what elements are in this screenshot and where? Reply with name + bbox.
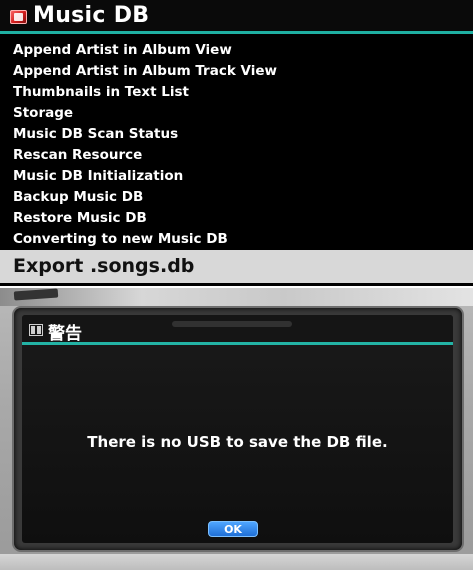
grid-icon — [29, 324, 43, 336]
music-db-title: Music DB — [33, 3, 150, 28]
music-db-panel: Music DB Append Artist in Album View App… — [0, 0, 473, 286]
menu-item-append-artist-album-view[interactable]: Append Artist in Album View — [0, 40, 473, 61]
device-photo: 警告 There is no USB to save the DB file. … — [0, 288, 473, 570]
music-db-titlebar: Music DB — [0, 0, 473, 34]
menu-item-thumbnails-text-list[interactable]: Thumbnails in Text List — [0, 82, 473, 103]
menu-item-scan-status[interactable]: Music DB Scan Status — [0, 124, 473, 145]
warning-title: 警告 — [48, 324, 82, 344]
device-front-lip — [0, 554, 473, 570]
menu-item-export-songs-db[interactable]: Export .songs.db — [0, 250, 473, 283]
menu-item-rescan-resource[interactable]: Rescan Resource — [0, 145, 473, 166]
music-db-folder-icon — [10, 10, 27, 24]
screen-glare — [172, 321, 292, 327]
menu-item-restore-music-db[interactable]: Restore Music DB — [0, 208, 473, 229]
menu-item-backup-music-db[interactable]: Backup Music DB — [0, 187, 473, 208]
menu-item-music-db-initialization[interactable]: Music DB Initialization — [0, 166, 473, 187]
device-screen: 警告 There is no USB to save the DB file. … — [22, 315, 453, 543]
menu-item-storage[interactable]: Storage — [0, 103, 473, 124]
device-clip — [13, 288, 59, 301]
menu-item-convert-new-music-db[interactable]: Converting to new Music DB — [0, 229, 473, 250]
menu-item-append-artist-album-track-view[interactable]: Append Artist in Album Track View — [0, 61, 473, 82]
music-db-menu: Append Artist in Album View Append Artis… — [0, 40, 473, 250]
ok-button[interactable]: OK — [208, 521, 258, 537]
warning-titlebar: 警告 — [22, 315, 453, 345]
device-top-edge — [0, 288, 473, 306]
warning-message: There is no USB to save the DB file. — [87, 433, 388, 451]
